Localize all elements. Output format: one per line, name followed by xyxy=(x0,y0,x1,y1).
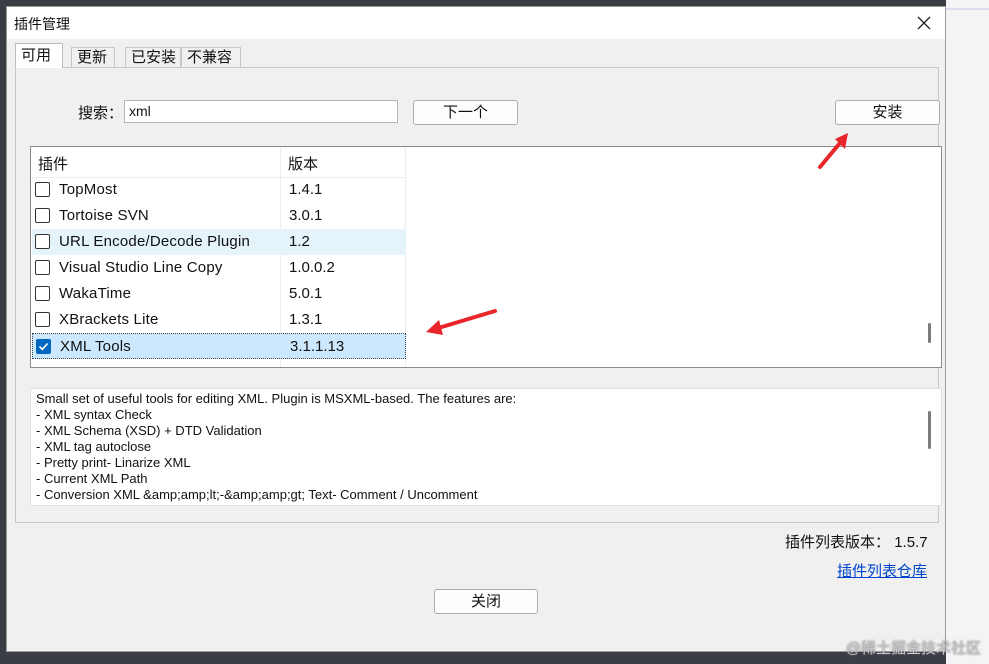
description-line: - Conversion XML &amp;amp;lt;-&amp;amp;g… xyxy=(36,487,478,502)
description-line: - Current XML Path xyxy=(36,471,148,486)
plugin-row[interactable]: URL Encode/Decode Plugin 1.2 xyxy=(32,229,406,255)
plugin-checkbox[interactable] xyxy=(35,234,50,249)
annotation-arrow-icon xyxy=(426,309,497,335)
tab-panel-available: 搜索： xml 下一个 安装 插件 版本 TopMost 1.4.1 Torto… xyxy=(15,67,942,523)
dialog-title: 插件管理 xyxy=(14,16,70,32)
background-window-accent xyxy=(946,8,989,10)
tab-installed[interactable]: 已安装 xyxy=(125,47,181,67)
search-input[interactable]: xml xyxy=(124,100,398,123)
plugin-list-version-label: 插件列表版本： xyxy=(785,534,891,551)
plugin-version: 3.0.1 xyxy=(289,207,323,224)
tab-available[interactable]: 可用 xyxy=(15,43,63,68)
plugin-row[interactable]: Tortoise SVN 3.0.1 xyxy=(32,203,406,229)
description-line: - XML Schema (XSD) + DTD Validation xyxy=(36,423,262,438)
plugin-row[interactable]: WakaTime 5.0.1 xyxy=(32,281,406,307)
title-bar: 插件管理 xyxy=(7,7,945,39)
tab-updates[interactable]: 更新 xyxy=(71,47,115,67)
plugin-name: Tortoise SVN xyxy=(59,207,149,224)
plugin-list-version: 插件列表版本： 1.5.7 xyxy=(785,531,928,552)
close-icon xyxy=(917,16,931,30)
plugin-name: TopMost xyxy=(59,181,118,198)
close-window-button[interactable] xyxy=(907,9,941,37)
plugin-name: XML Tools xyxy=(60,338,131,355)
plugin-checkbox[interactable] xyxy=(35,260,50,275)
plugin-checkbox[interactable] xyxy=(35,312,50,327)
list-header: 插件 版本 xyxy=(31,147,406,178)
plugin-checkbox[interactable] xyxy=(35,182,50,197)
description-line: Small set of useful tools for editing XM… xyxy=(36,391,517,406)
plugin-version: 3.1.1.13 xyxy=(290,338,345,355)
close-button[interactable]: 关闭 xyxy=(434,589,538,614)
tab-incompatible[interactable]: 不兼容 xyxy=(181,47,241,67)
plugin-description: Small set of useful tools for editing XM… xyxy=(30,388,942,506)
plugin-version: 1.4.1 xyxy=(289,181,323,198)
plugin-version: 5.0.1 xyxy=(289,285,323,302)
description-line: - XML tag autoclose xyxy=(36,439,152,454)
plugin-name: Visual Studio Line Copy xyxy=(59,259,223,276)
description-line: - Pretty print- Linarize XML xyxy=(36,455,191,470)
list-scrollbar-thumb[interactable] xyxy=(928,323,931,343)
plugin-list-repo-link[interactable]: 插件列表仓库 xyxy=(837,560,927,581)
plugin-list-version-value: 1.5.7 xyxy=(894,534,928,551)
plugin-version: 1.0.0.2 xyxy=(289,259,335,276)
watermark: @稀土掘金技术社区 xyxy=(845,640,981,657)
plugin-row[interactable]: TopMost 1.4.1 xyxy=(32,177,406,203)
plugin-name: XBrackets Lite xyxy=(59,311,159,328)
next-button[interactable]: 下一个 xyxy=(413,100,518,125)
plugin-row[interactable]: XBrackets Lite 1.3.1 xyxy=(32,307,406,333)
plugin-version: 1.2 xyxy=(289,233,310,250)
search-label: 搜索： xyxy=(78,105,124,122)
background-window-strip xyxy=(946,0,989,664)
plugin-checkbox-checked[interactable] xyxy=(36,339,51,354)
column-header-plugin[interactable]: 插件 xyxy=(38,153,68,174)
plugin-row-selected[interactable]: XML Tools 3.1.1.13 xyxy=(32,333,406,359)
description-line: - XML syntax Check xyxy=(36,407,152,422)
plugin-name: URL Encode/Decode Plugin xyxy=(59,233,251,250)
install-button[interactable]: 安装 xyxy=(835,100,940,125)
plugin-manager-dialog: 插件管理 可用 更新 已安装 不兼容 搜索： xml 下一个 安装 插件 版本 … xyxy=(6,6,946,652)
checkmark-icon xyxy=(38,342,49,351)
plugin-checkbox[interactable] xyxy=(35,286,50,301)
plugin-name: WakaTime xyxy=(59,285,132,302)
plugin-version: 1.3.1 xyxy=(289,311,323,328)
plugin-checkbox[interactable] xyxy=(35,208,50,223)
description-scrollbar-thumb[interactable] xyxy=(928,411,931,449)
annotation-arrow-icon xyxy=(818,133,848,169)
column-header-version[interactable]: 版本 xyxy=(288,153,318,174)
plugin-row[interactable]: Visual Studio Line Copy 1.0.0.2 xyxy=(32,255,406,281)
